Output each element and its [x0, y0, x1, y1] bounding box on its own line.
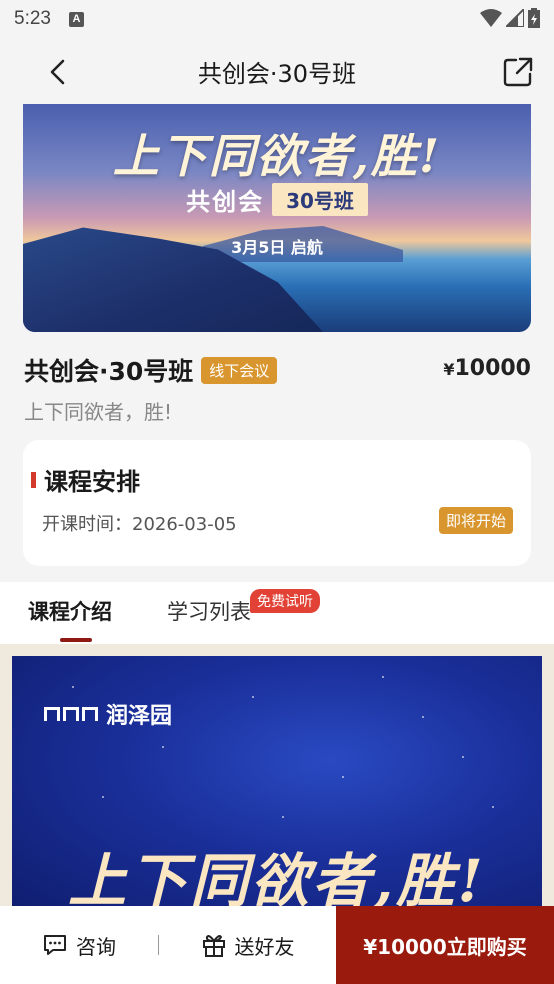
share-icon [503, 57, 533, 87]
banner-subtitle: 共创会 30号班 [23, 182, 531, 217]
back-button[interactable] [40, 54, 76, 90]
notification-icon: A [68, 11, 84, 27]
battery-icon [528, 8, 540, 28]
banner-date: 3月5日 启航 [231, 238, 323, 257]
buy-now-button[interactable]: ¥10000立即购买 [336, 906, 554, 984]
brand-logo: 润泽园 [44, 698, 172, 730]
brand-name: 润泽园 [106, 703, 173, 729]
intro-poster: 润泽园 上下同欲者,胜! [12, 656, 542, 916]
active-tab-indicator [60, 638, 92, 642]
course-subtitle: 上下同欲者，胜! [24, 400, 173, 424]
tab-course-intro[interactable]: 课程介绍 [28, 596, 112, 626]
course-price: ¥10000 [443, 356, 531, 381]
navigation-bar: 共创会·30号班 [0, 38, 554, 104]
share-button[interactable] [498, 52, 538, 92]
poster-headline: 上下同欲者,胜! [68, 847, 486, 915]
price-value: 10000 [454, 356, 531, 381]
banner-sub-left: 共创会 [186, 188, 265, 216]
consult-button[interactable]: 咨询 [0, 906, 158, 984]
course-type-tag: 线下会议 [201, 356, 278, 384]
status-bar: 5:23 A [0, 0, 554, 38]
course-banner: 上下同欲者,胜! 共创会 30号班 3月5日 启航 [23, 104, 531, 332]
banner-sub-pill: 30号班 [272, 183, 368, 216]
schedule-card[interactable]: 课程安排 开课时间：2026-03-05 即将开始 [23, 440, 531, 566]
chat-icon [44, 935, 66, 955]
logo-mark-icon [44, 707, 98, 721]
consult-label: 咨询 [76, 934, 116, 959]
gift-icon [202, 935, 225, 957]
course-title: 共创会·30号班 [24, 357, 194, 386]
course-intro-content: 润泽园 上下同欲者,胜! [0, 644, 554, 916]
tab-study-list[interactable]: 学习列表 [167, 596, 251, 626]
schedule-title: 课程安排 [44, 468, 140, 496]
page-title: 共创会·30号班 [197, 59, 357, 88]
chevron-left-icon [50, 59, 65, 85]
status-icons [480, 8, 540, 28]
schedule-start-time: 开课时间：2026-03-05 [42, 514, 237, 535]
content-tabs: 课程介绍 学习列表 免费试听 [0, 582, 554, 644]
schedule-card-title: 课程安排 [31, 462, 140, 497]
signal-icon [506, 9, 524, 27]
gift-label: 送好友 [234, 934, 295, 959]
wifi-icon [480, 9, 502, 27]
free-trial-badge: 免费试听 [250, 589, 320, 613]
price-symbol: ¥ [443, 360, 455, 379]
status-time: 5:23 [14, 8, 51, 29]
title-accent-bar [31, 471, 36, 488]
course-title-row: 共创会·30号班 线下会议 ¥10000 [24, 350, 531, 390]
bottom-action-bar: 咨询 送好友 ¥10000立即购买 [0, 906, 554, 984]
banner-headline: 上下同欲者,胜! [112, 129, 442, 183]
status-badge: 即将开始 [438, 507, 513, 534]
gift-friend-button[interactable]: 送好友 [159, 906, 336, 984]
